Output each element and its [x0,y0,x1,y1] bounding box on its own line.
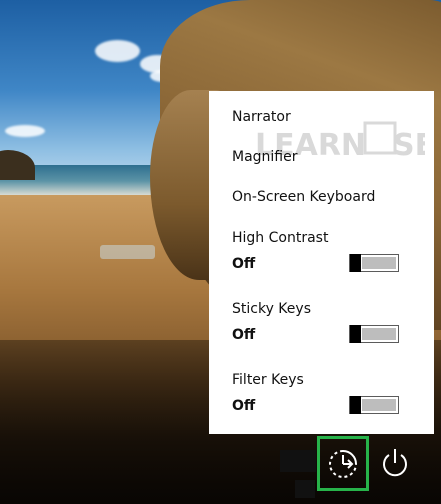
sticky-keys-label: Sticky Keys [232,301,311,317]
ease-of-access-menu: LEARN SE Narrator Magnifier On-Screen Ke… [209,91,434,434]
on-screen-keyboard-item[interactable]: On-Screen Keyboard [232,189,375,205]
filter-keys-toggle[interactable] [349,396,399,414]
narrator-item[interactable]: Narrator [232,109,291,125]
toggle-thumb [350,254,361,272]
power-button[interactable] [376,440,414,486]
toggle-track [362,328,396,340]
toggle-thumb [350,325,361,343]
ease-of-access-icon [329,449,357,478]
high-contrast-toggle[interactable] [349,254,399,272]
svg-text:SE: SE [393,128,425,163]
ease-of-access-button[interactable] [317,436,369,491]
shadow-block [280,450,316,472]
shadow-block [295,480,315,498]
wet-sand [100,245,155,259]
high-contrast-state: Off [232,256,256,272]
magnifier-item[interactable]: Magnifier [232,149,298,165]
sticky-keys-state: Off [232,327,256,343]
power-icon [383,449,407,477]
toggle-track [362,257,396,269]
cloud [5,125,45,137]
cloud [95,40,140,62]
toggle-thumb [350,396,361,414]
filter-keys-label: Filter Keys [232,372,304,388]
high-contrast-label: High Contrast [232,230,329,246]
sticky-keys-toggle[interactable] [349,325,399,343]
filter-keys-state: Off [232,398,256,414]
toggle-track [362,399,396,411]
